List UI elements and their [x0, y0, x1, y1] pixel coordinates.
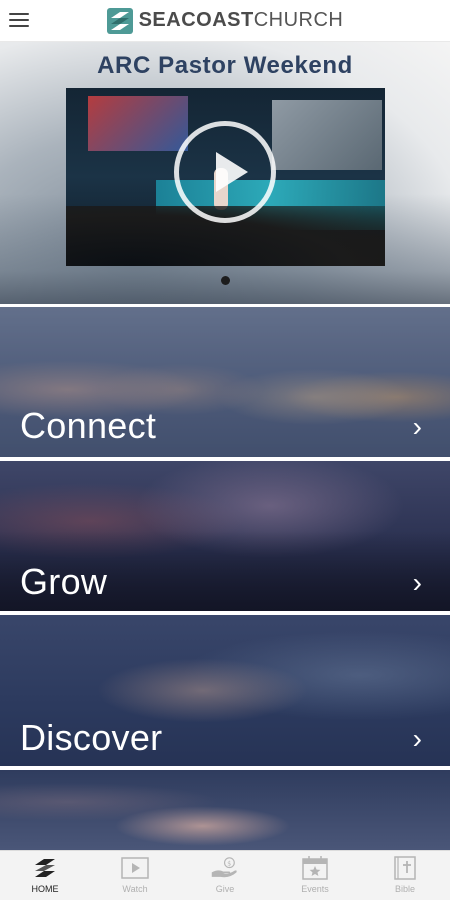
bottom-tab-bar: HOME Watch $ Give Events Bible: [0, 850, 450, 900]
chevron-right-icon: ›: [412, 411, 422, 442]
seacoast-logo-icon: [30, 854, 60, 882]
hero-title: ARC Pastor Weekend: [97, 52, 353, 79]
calendar-star-icon: [300, 854, 330, 882]
tab-label: Give: [215, 884, 235, 894]
seacoast-logo-icon: [106, 7, 133, 34]
video-play-icon: [120, 854, 150, 882]
video-thumbnail[interactable]: [66, 88, 385, 266]
chevron-right-icon: ›: [412, 723, 422, 754]
hero-banner: ARC Pastor Weekend: [0, 42, 450, 304]
discover-card[interactable]: Discover ›: [0, 615, 450, 766]
carousel-dot[interactable]: [221, 276, 230, 285]
tab-events[interactable]: Events: [270, 851, 360, 900]
hamburger-menu-icon[interactable]: [9, 12, 29, 28]
seacoast-logo: SEACOASTCHURCH: [106, 7, 344, 34]
tab-label: Watch: [122, 884, 148, 894]
app-header: SEACOASTCHURCH: [0, 0, 450, 42]
tab-bible[interactable]: Bible: [360, 851, 450, 900]
hand-coin-icon: $: [210, 854, 240, 882]
video-screen-left: [88, 96, 188, 151]
bible-cross-icon: [390, 854, 420, 882]
svg-text:$: $: [227, 860, 231, 867]
grow-card[interactable]: Grow ›: [0, 461, 450, 611]
tab-label: Bible: [394, 884, 415, 894]
tab-give[interactable]: $ Give: [180, 851, 270, 900]
play-circle-icon[interactable]: [174, 121, 276, 223]
grow-label: Grow: [20, 561, 108, 602]
tab-home[interactable]: HOME: [0, 851, 90, 900]
tab-label: Events: [301, 884, 329, 894]
connect-card[interactable]: Connect ›: [0, 307, 450, 457]
tab-watch[interactable]: Watch: [90, 851, 180, 900]
logo-wordmark: SEACOASTCHURCH: [138, 9, 344, 31]
discover-label: Discover: [20, 717, 163, 758]
connect-label: Connect: [20, 405, 157, 446]
chevron-right-icon: ›: [412, 567, 422, 598]
next-card[interactable]: [0, 770, 450, 850]
video-screen-right: [272, 100, 382, 170]
tab-label: HOME: [31, 884, 59, 894]
next-card-background-image: [0, 770, 450, 850]
